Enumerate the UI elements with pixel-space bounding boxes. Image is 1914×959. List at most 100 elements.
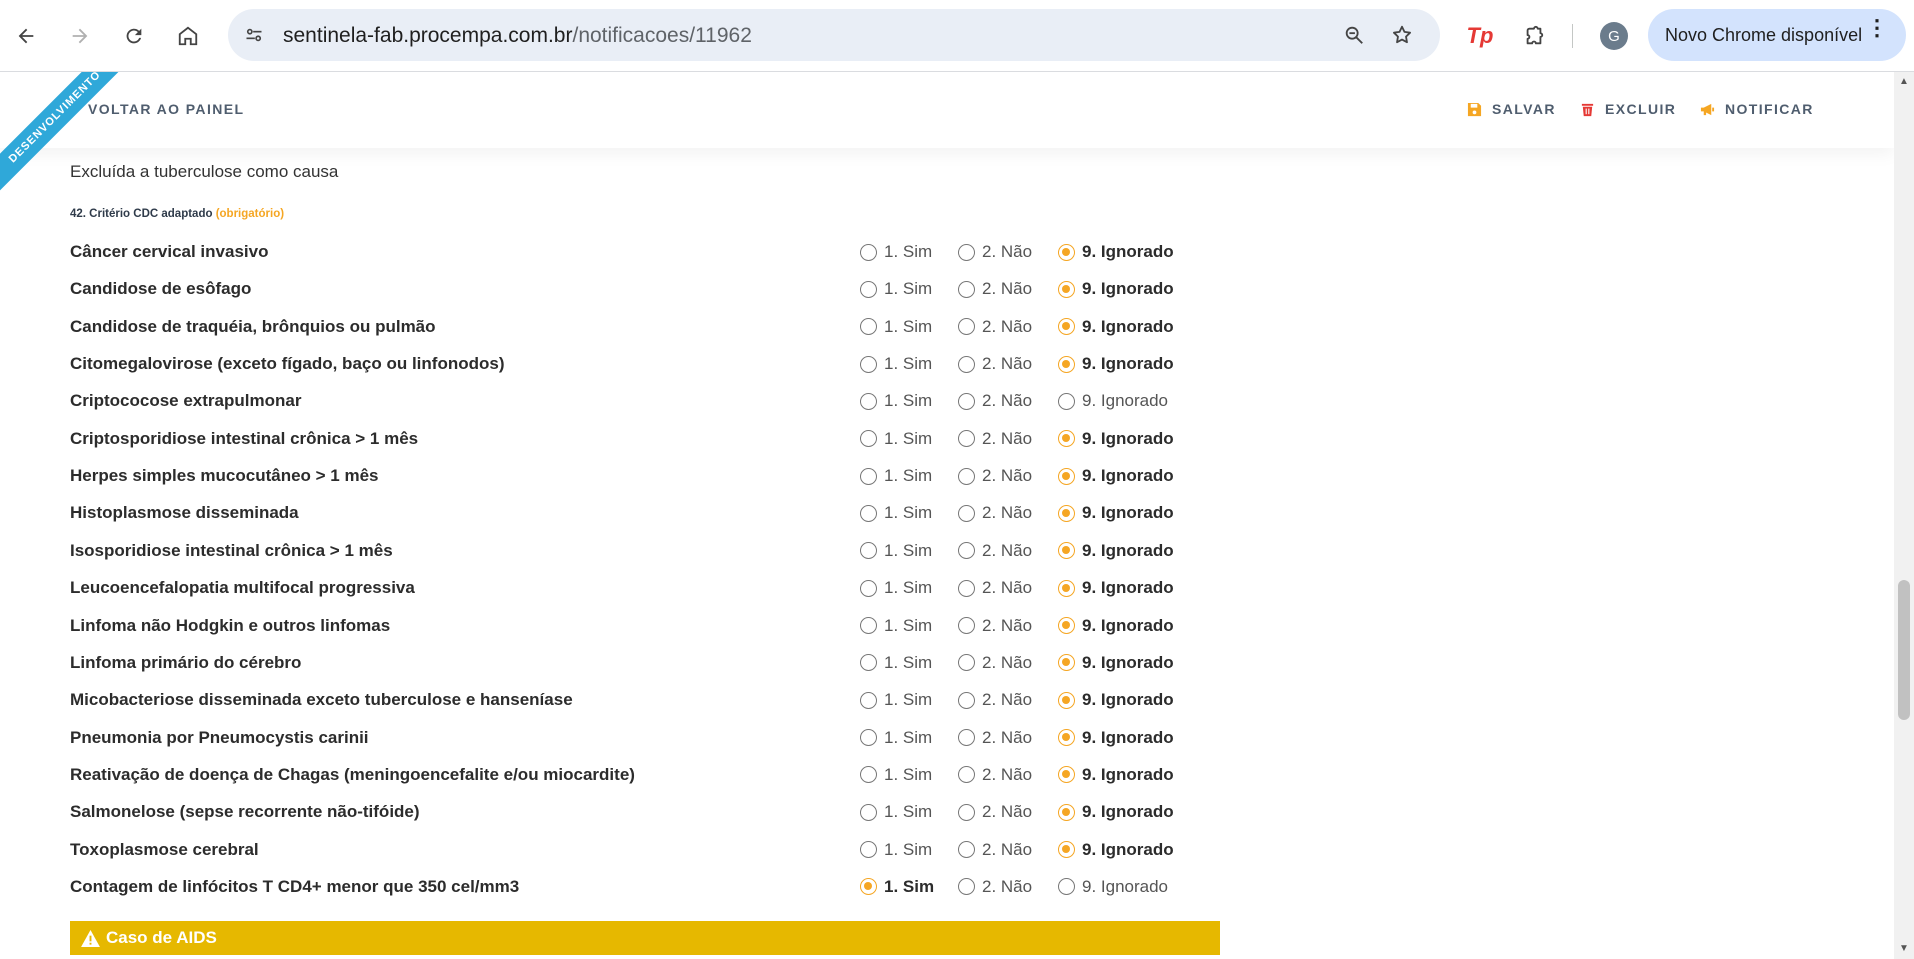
scroll-down-arrow-icon[interactable]: ▼: [1898, 943, 1910, 955]
radio-button[interactable]: [1058, 430, 1075, 448]
radio-button[interactable]: [958, 878, 975, 896]
radio-option[interactable]: 1. Sim: [860, 616, 932, 636]
radio-button[interactable]: [860, 878, 877, 896]
radio-option[interactable]: 2. Não: [958, 840, 1032, 860]
radio-button[interactable]: [1058, 318, 1075, 336]
back-arrow-icon[interactable]: [6, 16, 46, 56]
radio-option[interactable]: 9. Ignorado: [1058, 391, 1168, 411]
radio-option[interactable]: 1. Sim: [860, 466, 932, 486]
radio-button[interactable]: [1058, 542, 1075, 560]
radio-option[interactable]: 2. Não: [958, 765, 1032, 785]
radio-button[interactable]: [860, 654, 877, 672]
radio-option[interactable]: 1. Sim: [860, 391, 932, 411]
radio-option[interactable]: 1. Sim: [860, 877, 934, 897]
radio-button[interactable]: [1058, 355, 1075, 373]
radio-option[interactable]: 1. Sim: [860, 242, 932, 262]
radio-option[interactable]: 1. Sim: [860, 578, 932, 598]
radio-option[interactable]: 9. Ignorado: [1058, 690, 1174, 710]
radio-button[interactable]: [958, 430, 975, 448]
radio-option[interactable]: 9. Ignorado: [1058, 840, 1174, 860]
more-menu-icon[interactable]: ⋮: [1866, 17, 1888, 39]
radio-option[interactable]: 2. Não: [958, 728, 1032, 748]
radio-button[interactable]: [1058, 243, 1075, 261]
radio-button[interactable]: [860, 766, 877, 784]
radio-option[interactable]: 2. Não: [958, 279, 1032, 299]
radio-button[interactable]: [958, 803, 975, 821]
radio-button[interactable]: [958, 280, 975, 298]
radio-option[interactable]: 1. Sim: [860, 503, 932, 523]
forward-arrow-icon[interactable]: [60, 16, 100, 56]
radio-button[interactable]: [860, 355, 877, 373]
radio-option[interactable]: 2. Não: [958, 242, 1032, 262]
radio-button[interactable]: [1058, 579, 1075, 597]
radio-option[interactable]: 9. Ignorado: [1058, 653, 1174, 673]
address-bar[interactable]: sentinela-fab.procempa.com.br/notificaco…: [228, 9, 1440, 61]
radio-option[interactable]: 1. Sim: [860, 317, 932, 337]
radio-button[interactable]: [860, 803, 877, 821]
radio-button[interactable]: [958, 729, 975, 747]
radio-button[interactable]: [860, 542, 877, 560]
back-to-panel-link[interactable]: VOLTAR AO PAINEL: [88, 101, 244, 117]
radio-button[interactable]: [860, 243, 877, 261]
radio-option[interactable]: 9. Ignorado: [1058, 877, 1168, 897]
radio-button[interactable]: [958, 504, 975, 522]
radio-option[interactable]: 2. Não: [958, 690, 1032, 710]
radio-option[interactable]: 9. Ignorado: [1058, 728, 1174, 748]
radio-option[interactable]: 2. Não: [958, 616, 1032, 636]
radio-option[interactable]: 9. Ignorado: [1058, 242, 1174, 262]
radio-button[interactable]: [1058, 280, 1075, 298]
radio-option[interactable]: 1. Sim: [860, 429, 932, 449]
radio-option[interactable]: 2. Não: [958, 653, 1032, 673]
radio-option[interactable]: 2. Não: [958, 877, 1032, 897]
site-info-icon[interactable]: [240, 21, 268, 49]
radio-button[interactable]: [958, 243, 975, 261]
scroll-up-arrow-icon[interactable]: ▲: [1898, 76, 1910, 88]
zoom-icon[interactable]: [1340, 21, 1368, 49]
radio-option[interactable]: 2. Não: [958, 354, 1032, 374]
reload-icon[interactable]: [114, 16, 154, 56]
radio-option[interactable]: 1. Sim: [860, 765, 932, 785]
home-icon[interactable]: [168, 16, 208, 56]
radio-option[interactable]: 2. Não: [958, 802, 1032, 822]
radio-button[interactable]: [1058, 841, 1075, 859]
radio-option[interactable]: 9. Ignorado: [1058, 541, 1174, 561]
radio-button[interactable]: [1058, 803, 1075, 821]
radio-button[interactable]: [1058, 392, 1075, 410]
radio-option[interactable]: 1. Sim: [860, 653, 932, 673]
radio-button[interactable]: [1058, 467, 1075, 485]
radio-button[interactable]: [958, 841, 975, 859]
radio-option[interactable]: 2. Não: [958, 578, 1032, 598]
radio-option[interactable]: 1. Sim: [860, 541, 932, 561]
radio-option[interactable]: 1. Sim: [860, 802, 932, 822]
radio-option[interactable]: 2. Não: [958, 541, 1032, 561]
page-scrollbar[interactable]: ▲ ▼: [1894, 72, 1914, 959]
radio-option[interactable]: 9. Ignorado: [1058, 354, 1174, 374]
radio-button[interactable]: [958, 766, 975, 784]
radio-option[interactable]: 9. Ignorado: [1058, 503, 1174, 523]
radio-option[interactable]: 2. Não: [958, 391, 1032, 411]
radio-button[interactable]: [958, 318, 975, 336]
radio-button[interactable]: [958, 691, 975, 709]
radio-button[interactable]: [860, 841, 877, 859]
radio-option[interactable]: 1. Sim: [860, 354, 932, 374]
radio-option[interactable]: 9. Ignorado: [1058, 279, 1174, 299]
radio-option[interactable]: 9. Ignorado: [1058, 802, 1174, 822]
radio-button[interactable]: [860, 280, 877, 298]
radio-button[interactable]: [1058, 729, 1075, 747]
radio-button[interactable]: [1058, 766, 1075, 784]
radio-button[interactable]: [1058, 504, 1075, 522]
profile-avatar[interactable]: G: [1600, 22, 1628, 50]
radio-option[interactable]: 2. Não: [958, 466, 1032, 486]
radio-option[interactable]: 2. Não: [958, 317, 1032, 337]
radio-option[interactable]: 9. Ignorado: [1058, 317, 1174, 337]
radio-button[interactable]: [958, 617, 975, 634]
radio-button[interactable]: [860, 729, 877, 747]
radio-option[interactable]: 9. Ignorado: [1058, 765, 1174, 785]
radio-option[interactable]: 2. Não: [958, 503, 1032, 523]
radio-option[interactable]: 9. Ignorado: [1058, 466, 1174, 486]
radio-button[interactable]: [860, 430, 877, 448]
radio-option[interactable]: 2. Não: [958, 429, 1032, 449]
radio-button[interactable]: [860, 467, 877, 485]
radio-button[interactable]: [860, 392, 877, 410]
radio-button[interactable]: [860, 617, 877, 634]
